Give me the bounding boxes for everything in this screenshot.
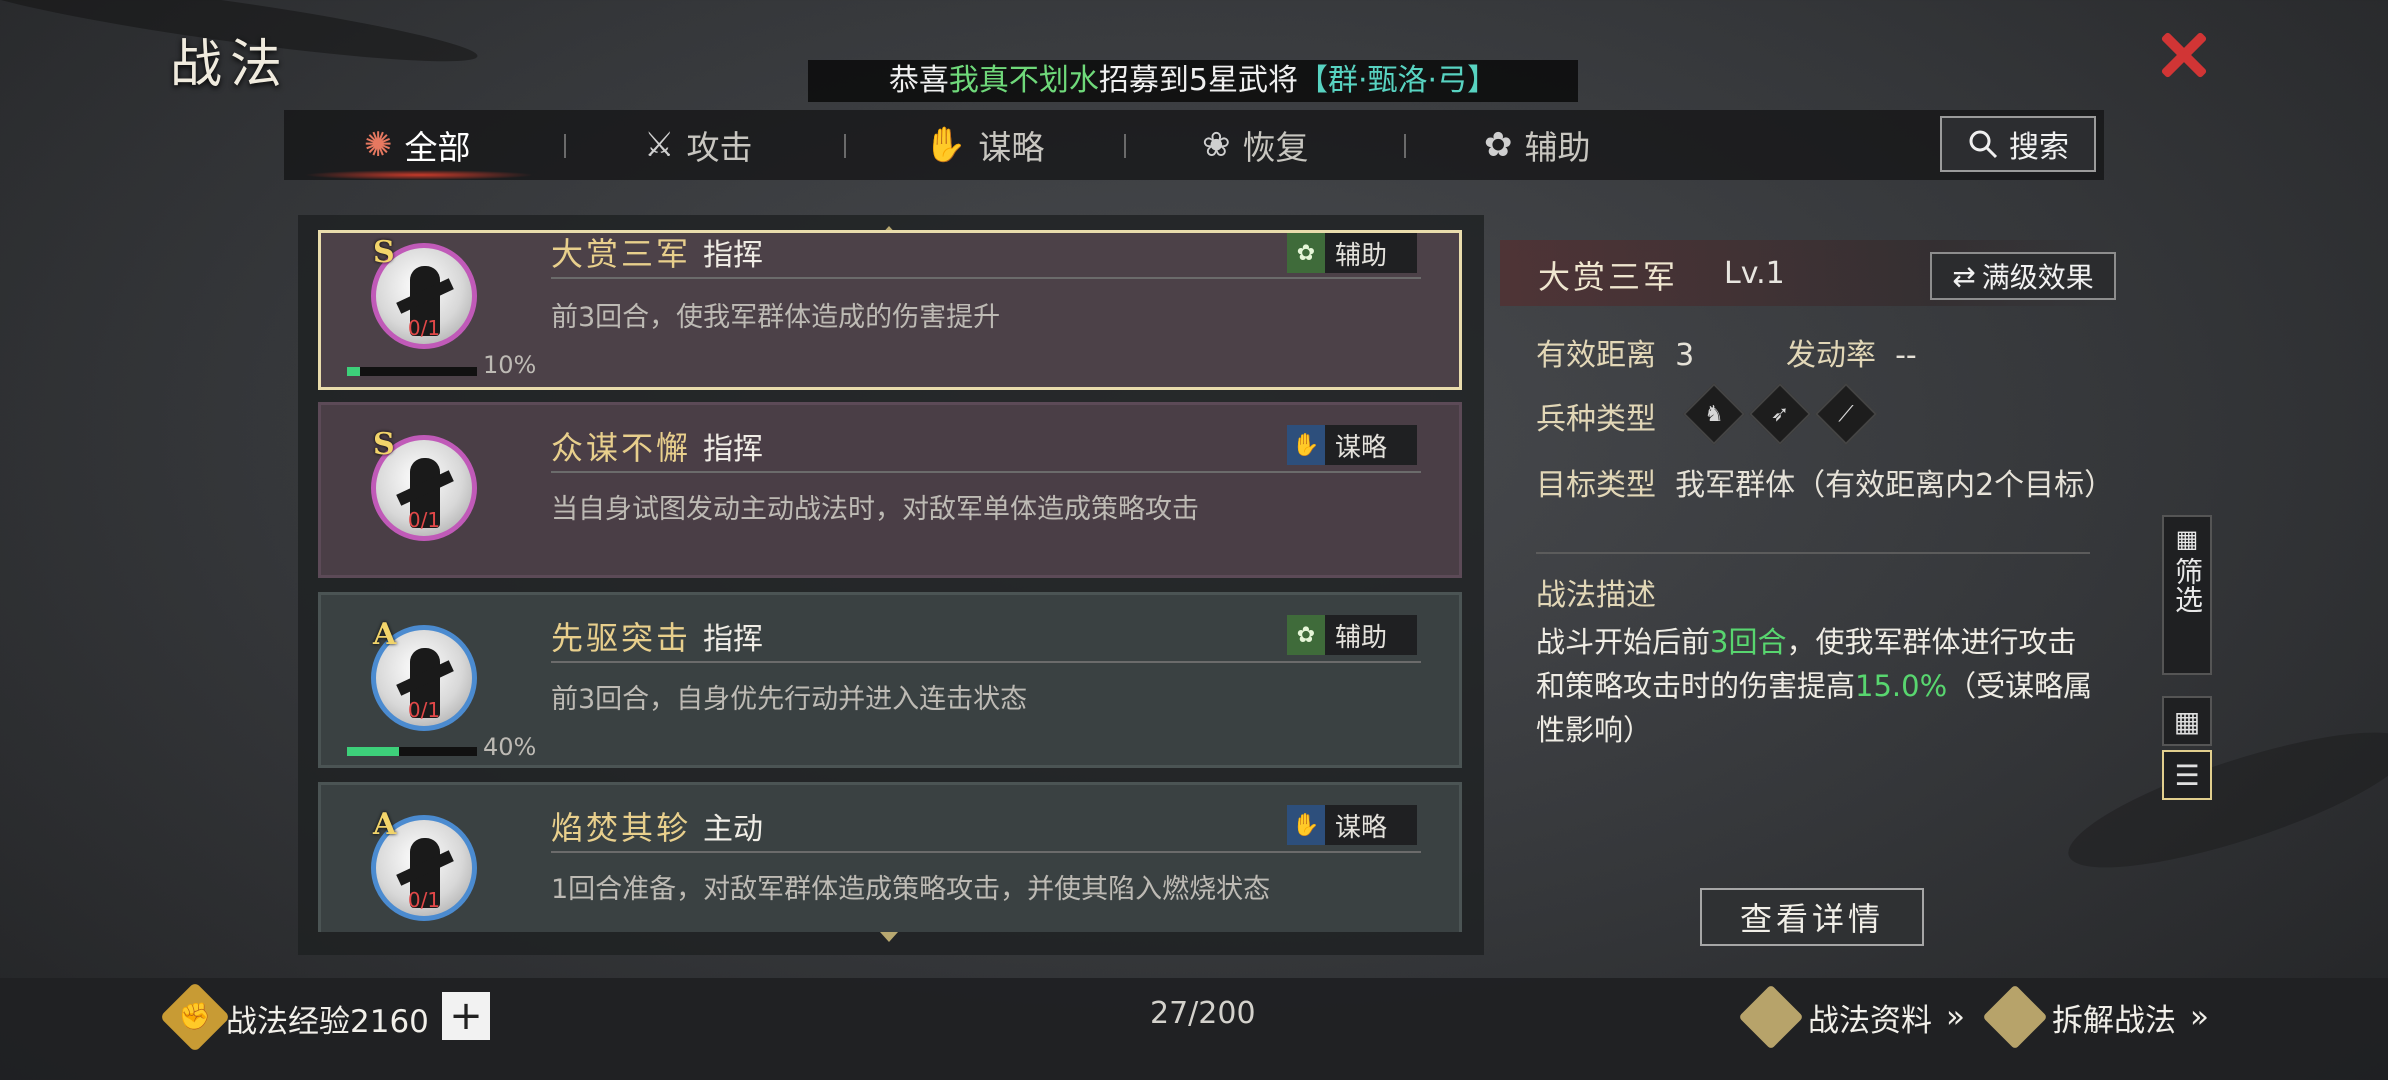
herb-icon: ❀ (1202, 125, 1231, 165)
tactic-name: 众谋不懈 指挥 (551, 429, 764, 467)
view-detail-button[interactable]: 查看详情 (1700, 888, 1924, 946)
tab-divider (1124, 134, 1126, 158)
cavalry-icon: ♞ (1682, 382, 1746, 446)
crossed-swords-icon: ⚔ (644, 125, 675, 165)
notice-general: 【群·甄洛·弓】 (1298, 63, 1498, 98)
progress-fill (347, 367, 360, 376)
tactic-category-badge: ✿ 辅助 (1287, 615, 1417, 655)
range-row: 有效距离 3 (1536, 338, 1695, 373)
tactic-desc: 前3回合，使我军群体造成的伤害提升 (551, 302, 1001, 333)
detail-divider (1536, 552, 2090, 554)
grade-badge: S (373, 235, 395, 270)
tactic-info-button[interactable]: 战法资料» (1738, 984, 1965, 1050)
bag-icon: ✿ (1484, 125, 1513, 165)
category-tabs: ✺ 全部 ⚔ 攻击 ✋ 谋略 ❀ 恢复 ✿ 辅助 (284, 110, 2104, 180)
tactic-count: 27/200 (1150, 996, 1256, 1031)
tab-divider (1404, 134, 1406, 158)
ink-stroke-decoration (2056, 706, 2388, 894)
tactic-category-badge: ✋ 谋略 (1287, 805, 1417, 845)
tactic-name: 大赏三军 指挥 (551, 235, 764, 273)
tactic-card[interactable]: 0/1 A 焰焚其轸 主动 ✋ 谋略 1回合准备，对敌军群体造成策略攻击，并使其陷入… (318, 782, 1462, 932)
card-divider (551, 851, 1421, 853)
progress-bar (347, 747, 477, 756)
tab-divider (564, 134, 566, 158)
progress-text: 10% (483, 351, 537, 379)
detail-level: Lv.1 (1724, 256, 1785, 291)
tab-all[interactable]: ✺ 全部 (364, 110, 471, 180)
strategy-icon: ✋ (1287, 425, 1325, 465)
grade-badge: A (373, 807, 397, 842)
card-divider (551, 277, 1421, 279)
rate-row: 发动率 -- (1786, 338, 1917, 373)
book-icon (1738, 984, 1804, 1050)
scroll-icon: ✺ (364, 125, 393, 165)
disassemble-tactic-button[interactable]: 拆解战法» (1982, 984, 2209, 1050)
tactic-desc: 前3回合，自身优先行动并进入连击状态 (551, 684, 1028, 715)
spear-icon: ⟋ (1814, 382, 1878, 446)
scroll-down-arrow-icon (880, 932, 898, 942)
strategy-icon: ✋ (1287, 805, 1325, 845)
max-effect-button[interactable]: ⇄ 满级效果 (1930, 252, 2116, 300)
tactic-name: 焰焚其轸 主动 (551, 809, 764, 847)
exp-label: 战法经验2160 (226, 1004, 429, 1040)
double-chevron-icon: » (2190, 999, 2209, 1035)
tab-attack[interactable]: ⚔ 攻击 (644, 110, 752, 180)
card-divider (551, 661, 1421, 663)
fan-icon: ✋ (924, 125, 967, 165)
add-exp-button[interactable]: + (442, 992, 490, 1040)
progress-fill (347, 747, 399, 756)
tactic-card[interactable]: 0/1 S 众谋不懈 指挥 ✋ 谋略 当自身试图发动主动战法时，对敌军单体造成策略攻… (318, 402, 1462, 578)
grid-view-icon[interactable]: ▦ (2162, 696, 2212, 746)
recruit-notice: 恭喜我真不划水招募到5星武将【群·甄洛·弓】 (808, 60, 1578, 102)
desc-body: 战斗开始后前3回合，使我军群体进行攻击和策略攻击时的伤害提高15.0%（受谋略属… (1536, 625, 2093, 747)
page-title: 战法 (170, 35, 291, 95)
support-icon: ✿ (1287, 615, 1325, 655)
scroll-bundle-icon (1982, 984, 2048, 1050)
troop-type-label: 兵种类型 (1536, 402, 1656, 437)
tactic-name: 先驱突击 指挥 (551, 619, 764, 657)
search-icon (1969, 130, 1998, 159)
tab-strategy[interactable]: ✋ 谋略 (924, 110, 1044, 180)
list-view-icon[interactable]: ☰ (2162, 750, 2212, 800)
detail-tactic-name: 大赏三军 (1538, 258, 1679, 296)
tactic-card[interactable]: 0/1 S 大赏三军 指挥 ✿ 辅助 前3回合，使我军群体造成的伤害提升 10% (318, 230, 1462, 390)
swap-icon: ⇄ (1952, 259, 1976, 293)
close-icon[interactable] (2150, 22, 2216, 88)
tab-support[interactable]: ✿ 辅助 (1484, 110, 1591, 180)
search-button[interactable]: 搜索 (1940, 116, 2096, 172)
tab-recovery[interactable]: ❀ 恢复 (1202, 110, 1309, 180)
progress-text: 40% (483, 733, 537, 761)
filter-button[interactable]: ▦ 筛选 (2162, 515, 2212, 675)
tactic-category-badge: ✿ 辅助 (1287, 233, 1417, 273)
target-row: 目标类型 我军群体（有效距离内2个目标） (1536, 468, 2115, 503)
grid-filter-icon: ▦ (2175, 525, 2199, 553)
card-divider (551, 471, 1421, 473)
archer-icon: ➶ (1748, 382, 1812, 446)
double-chevron-icon: » (1946, 999, 1965, 1035)
tab-divider (844, 134, 846, 158)
desc-title: 战法描述 (1536, 578, 1656, 613)
tactic-card[interactable]: 0/1 A 先驱突击 指挥 ✿ 辅助 前3回合，自身优先行动并进入连击状态 40% (318, 592, 1462, 768)
grade-badge: A (373, 617, 397, 652)
notice-player: 我真不划水 (948, 63, 1099, 98)
tactic-desc: 1回合准备，对敌军群体造成策略攻击，并使其陷入燃烧状态 (551, 874, 1271, 905)
tactic-desc: 当自身试图发动主动战法时，对敌军单体造成策略攻击 (551, 494, 1199, 525)
support-icon: ✿ (1287, 233, 1325, 273)
fist-icon: ✊ (159, 981, 231, 1053)
grade-badge: S (373, 427, 395, 462)
progress-bar (347, 367, 477, 376)
tactic-category-badge: ✋ 谋略 (1287, 425, 1417, 465)
